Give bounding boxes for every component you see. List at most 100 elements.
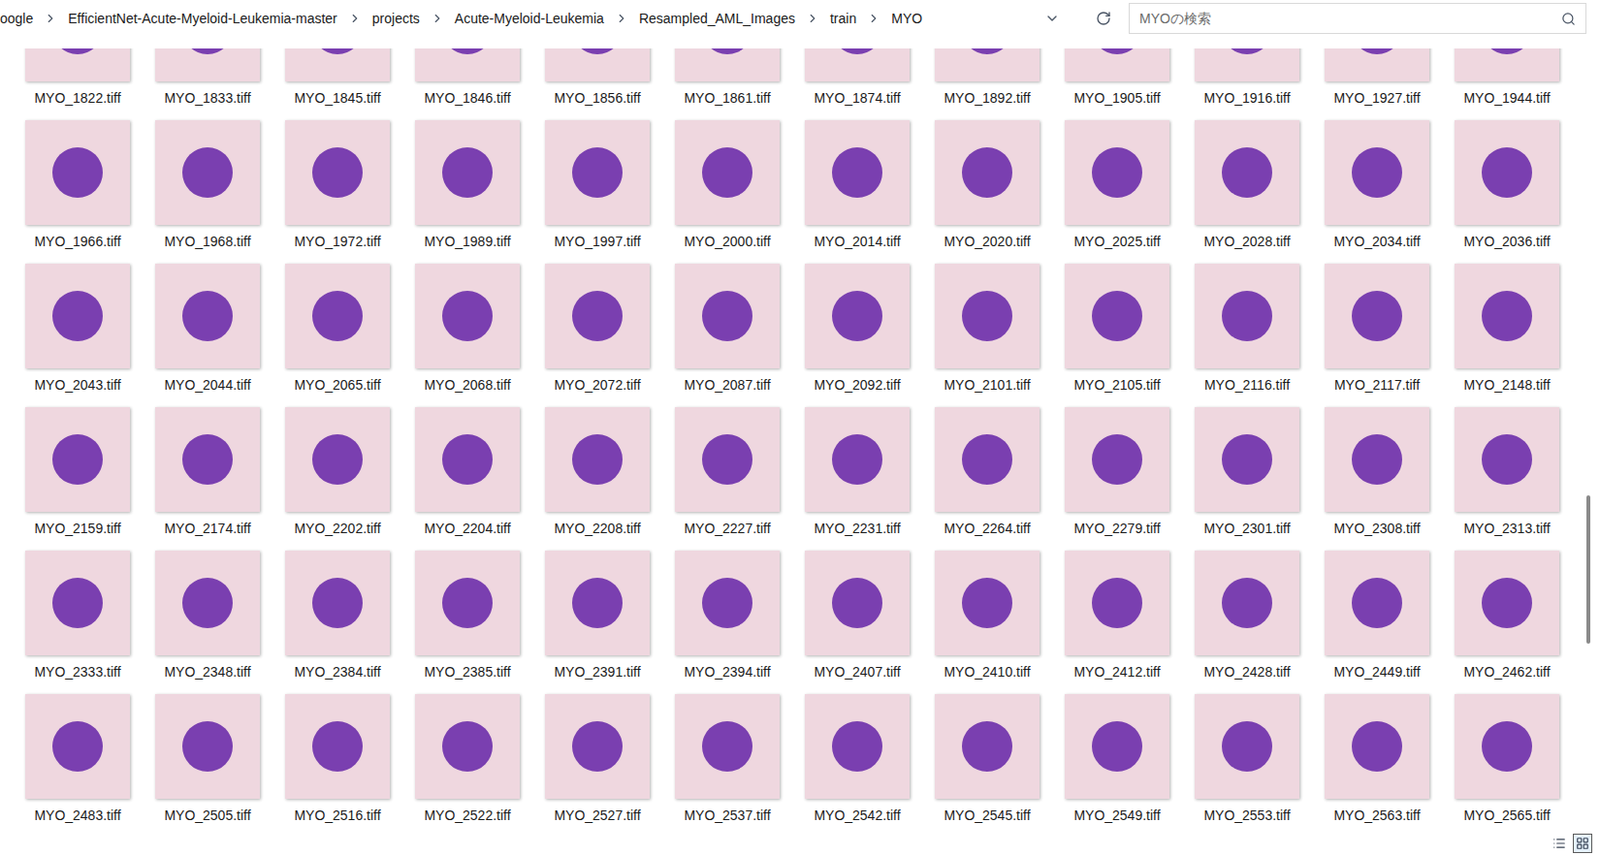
file-item[interactable]: MYO_2527.tiff	[532, 686, 663, 831]
file-item[interactable]: MYO_2087.tiff	[662, 256, 793, 400]
file-item[interactable]: MYO_2208.tiff	[532, 399, 663, 544]
file-item[interactable]: MYO_2227.tiff	[662, 399, 793, 544]
file-item[interactable]: MYO_2449.tiff	[1312, 543, 1442, 687]
file-item[interactable]: MYO_1856.tiff	[532, 48, 663, 113]
file-item[interactable]: MYO_2394.tiff	[662, 543, 793, 687]
file-item[interactable]: MYO_2034.tiff	[1312, 112, 1442, 256]
thumbnail	[1194, 48, 1300, 82]
file-item[interactable]: MYO_2565.tiff	[1441, 686, 1572, 831]
file-item[interactable]: MYO_1846.tiff	[402, 48, 533, 113]
search-box[interactable]: MYOの検索	[1128, 2, 1587, 34]
file-item[interactable]: MYO_2412.tiff	[1052, 543, 1183, 687]
file-item[interactable]: MYO_2000.tiff	[662, 112, 793, 256]
file-item[interactable]: MYO_2117.tiff	[1312, 256, 1442, 400]
breadcrumb-item[interactable]: oogle	[0, 8, 33, 30]
file-item[interactable]: MYO_2384.tiff	[272, 543, 403, 687]
thumbnail	[285, 407, 390, 512]
file-item[interactable]: MYO_2044.tiff	[142, 256, 273, 400]
file-item[interactable]: MYO_2028.tiff	[1182, 112, 1312, 256]
breadcrumb-item[interactable]: MYO	[891, 8, 923, 30]
file-item[interactable]: MYO_2410.tiff	[922, 543, 1053, 687]
file-item[interactable]: MYO_2092.tiff	[792, 256, 923, 400]
file-item[interactable]: MYO_2105.tiff	[1052, 256, 1183, 400]
file-name: MYO_2092.tiff	[813, 376, 900, 394]
file-name: MYO_2231.tiff	[813, 519, 900, 538]
file-item[interactable]: MYO_2537.tiff	[662, 686, 793, 831]
file-item[interactable]: MYO_1861.tiff	[662, 48, 793, 113]
file-item[interactable]: MYO_2522.tiff	[402, 686, 533, 831]
file-item[interactable]: MYO_1833.tiff	[142, 48, 273, 113]
file-item[interactable]: MYO_1944.tiff	[1441, 48, 1572, 113]
breadcrumb-item[interactable]: projects	[372, 8, 420, 30]
file-item[interactable]: MYO_2301.tiff	[1182, 399, 1312, 544]
breadcrumb-item[interactable]: train	[830, 8, 857, 30]
file-item[interactable]: MYO_2483.tiff	[12, 686, 143, 831]
thumbnail	[804, 120, 910, 225]
thumbnail	[25, 550, 130, 656]
file-item[interactable]: MYO_1972.tiff	[272, 112, 403, 256]
file-item[interactable]: MYO_2542.tiff	[792, 686, 923, 831]
file-item[interactable]: MYO_2036.tiff	[1441, 112, 1572, 256]
chevron-icon	[805, 11, 820, 26]
file-item[interactable]: MYO_2264.tiff	[922, 399, 1053, 544]
thumbnail	[1454, 407, 1560, 512]
file-item[interactable]: MYO_2545.tiff	[922, 686, 1053, 831]
file-item[interactable]: MYO_2516.tiff	[272, 686, 403, 831]
file-item[interactable]: MYO_2068.tiff	[402, 256, 533, 400]
scrollbar[interactable]	[1582, 48, 1595, 832]
file-item[interactable]: MYO_2505.tiff	[142, 686, 273, 831]
file-item[interactable]: MYO_2549.tiff	[1052, 686, 1183, 831]
view-button[interactable]	[1572, 833, 1593, 854]
file-item[interactable]: MYO_1997.tiff	[532, 112, 663, 256]
file-item[interactable]: MYO_2204.tiff	[402, 399, 533, 544]
file-item[interactable]: MYO_2202.tiff	[272, 399, 403, 544]
file-item[interactable]: MYO_1892.tiff	[922, 48, 1053, 113]
file-item[interactable]: MYO_2313.tiff	[1441, 399, 1572, 544]
file-name: MYO_2563.tiff	[1333, 806, 1420, 825]
file-item[interactable]: MYO_1845.tiff	[272, 48, 403, 113]
file-name: MYO_1846.tiff	[423, 89, 511, 107]
view-button[interactable]	[1549, 833, 1569, 854]
file-item[interactable]: MYO_2025.tiff	[1052, 112, 1183, 256]
file-name: MYO_2202.tiff	[293, 519, 381, 538]
file-item[interactable]: MYO_2348.tiff	[142, 543, 273, 687]
file-item[interactable]: MYO_1916.tiff	[1182, 48, 1312, 113]
file-item[interactable]: MYO_2072.tiff	[532, 256, 663, 400]
file-item[interactable]: MYO_2385.tiff	[402, 543, 533, 687]
thumbnail	[934, 550, 1040, 656]
file-item[interactable]: MYO_2333.tiff	[12, 543, 143, 687]
address-bar[interactable]: oogle EfficientNet-Acute-Myeloid-Leukemia…	[0, 0, 1116, 37]
breadcrumb-item[interactable]: EfficientNet-Acute-Myeloid-Leukemia-mast…	[67, 8, 338, 30]
file-item[interactable]: MYO_2462.tiff	[1441, 543, 1572, 687]
file-item[interactable]: MYO_2014.tiff	[792, 112, 923, 256]
file-item[interactable]: MYO_2101.tiff	[922, 256, 1053, 400]
file-item[interactable]: MYO_2020.tiff	[922, 112, 1053, 256]
file-item[interactable]: MYO_2563.tiff	[1312, 686, 1442, 831]
file-item[interactable]: MYO_2174.tiff	[142, 399, 273, 544]
file-item[interactable]: MYO_1927.tiff	[1312, 48, 1442, 113]
file-item[interactable]: MYO_2148.tiff	[1441, 256, 1572, 400]
file-item[interactable]: MYO_2065.tiff	[272, 256, 403, 400]
dropdown-icon[interactable]	[1044, 10, 1060, 27]
file-item[interactable]: MYO_2553.tiff	[1182, 686, 1312, 831]
file-item[interactable]: MYO_2159.tiff	[12, 399, 143, 544]
file-item[interactable]: MYO_2116.tiff	[1182, 256, 1312, 400]
file-item[interactable]: MYO_2279.tiff	[1052, 399, 1183, 544]
file-item[interactable]: MYO_2428.tiff	[1182, 543, 1312, 687]
file-item[interactable]: MYO_1822.tiff	[12, 48, 143, 113]
file-name: MYO_2391.tiff	[553, 663, 640, 681]
file-item[interactable]: MYO_2407.tiff	[792, 543, 923, 687]
file-item[interactable]: MYO_1905.tiff	[1052, 48, 1183, 113]
file-item[interactable]: MYO_2391.tiff	[532, 543, 663, 687]
file-item[interactable]: MYO_2043.tiff	[12, 256, 143, 400]
file-item[interactable]: MYO_1968.tiff	[142, 112, 273, 256]
breadcrumb-item[interactable]: Resampled_AML_Images	[639, 8, 796, 30]
file-item[interactable]: MYO_1966.tiff	[12, 112, 143, 256]
file-item[interactable]: MYO_1874.tiff	[792, 48, 923, 113]
breadcrumb-item[interactable]: Acute-Myeloid-Leukemia	[454, 8, 605, 30]
scrollbar-thumb[interactable]	[1586, 495, 1591, 645]
file-item[interactable]: MYO_2308.tiff	[1312, 399, 1442, 544]
refresh-icon[interactable]	[1095, 10, 1112, 27]
file-item[interactable]: MYO_1989.tiff	[402, 112, 533, 256]
file-item[interactable]: MYO_2231.tiff	[792, 399, 923, 544]
